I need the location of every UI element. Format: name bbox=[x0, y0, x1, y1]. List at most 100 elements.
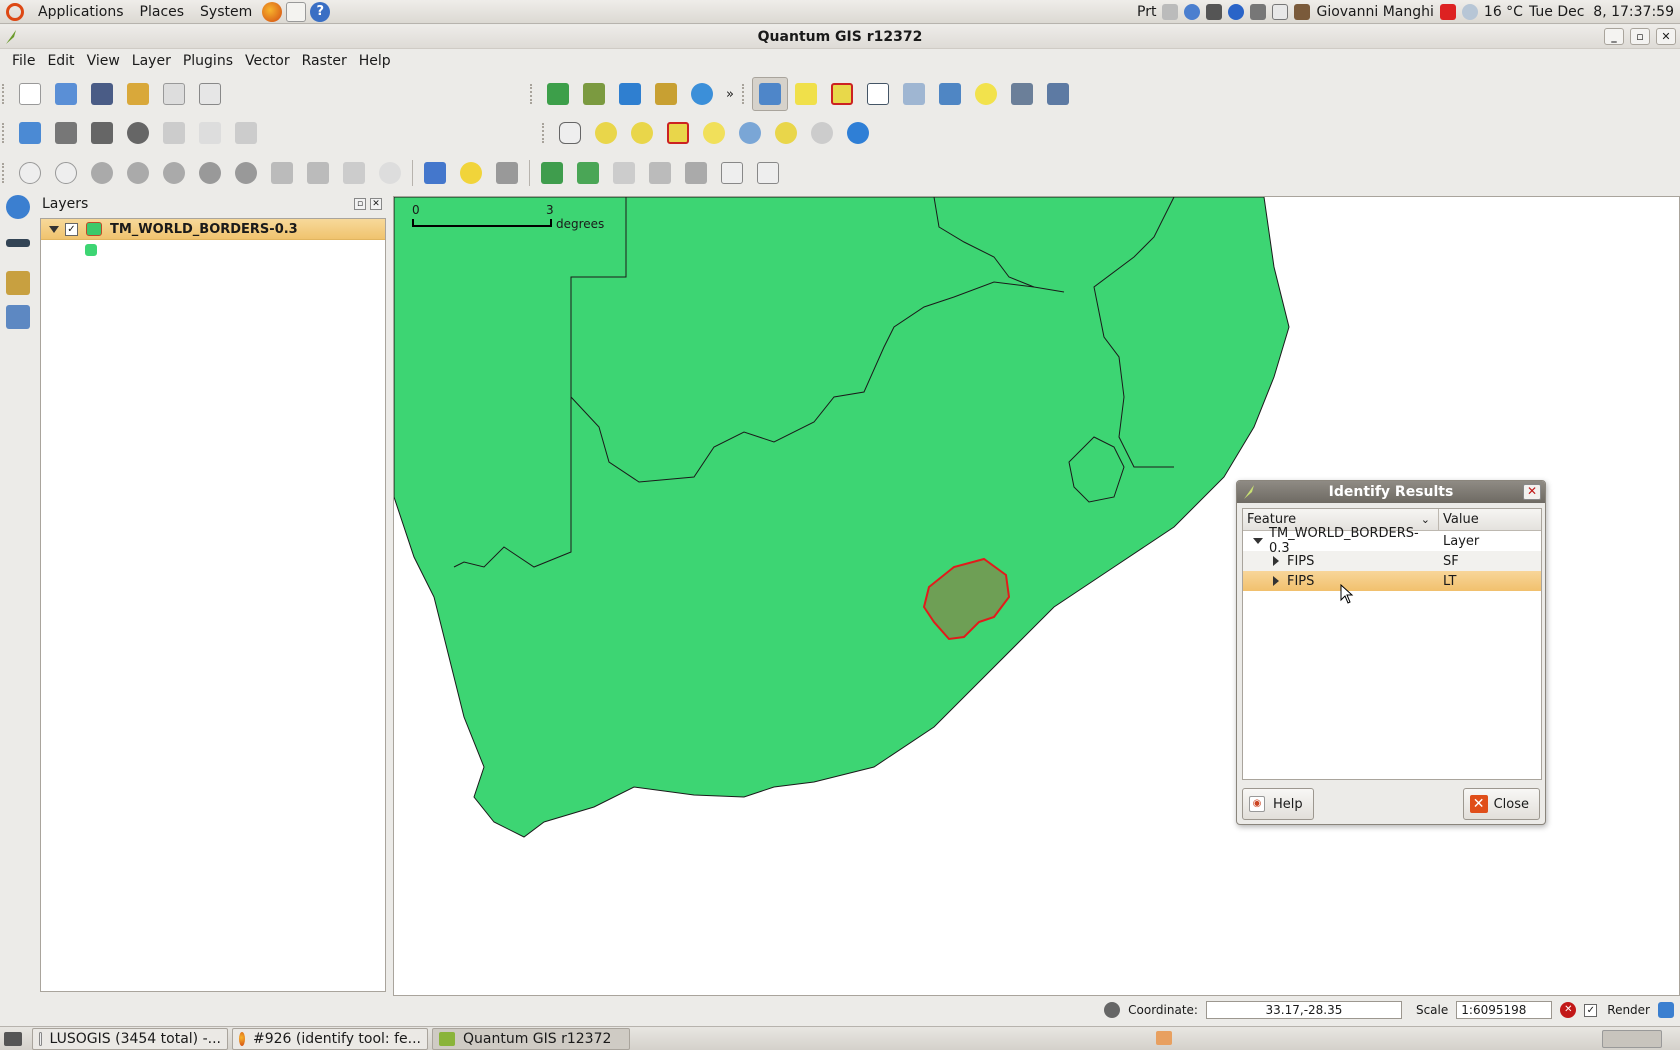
open-project-button[interactable] bbox=[48, 77, 84, 111]
redo-button[interactable] bbox=[48, 156, 84, 190]
toolbar-handle[interactable] bbox=[742, 84, 746, 104]
new-print-composer-button[interactable] bbox=[156, 77, 192, 111]
simplify-feature-button[interactable] bbox=[84, 156, 120, 190]
expand-arrow-icon[interactable] bbox=[1273, 556, 1279, 566]
node-tool-button[interactable] bbox=[84, 116, 120, 150]
new-project-button[interactable] bbox=[12, 77, 48, 111]
scale-field[interactable]: 1:6095198 bbox=[1456, 1001, 1553, 1019]
user-name[interactable]: Giovanni Manghi bbox=[1316, 4, 1433, 20]
maximize-button[interactable]: ▫ bbox=[1630, 28, 1650, 45]
add-spatialite-layer-button[interactable] bbox=[648, 77, 684, 111]
land-polygon[interactable] bbox=[394, 197, 1290, 838]
value-column-header[interactable]: Value bbox=[1439, 512, 1479, 527]
trash-icon[interactable] bbox=[1156, 1031, 1172, 1045]
power-icon[interactable] bbox=[1439, 4, 1456, 20]
taskbar-item-qgis[interactable]: Quantum GIS r12372 bbox=[432, 1027, 630, 1050]
network-icon[interactable] bbox=[1184, 4, 1201, 20]
refresh-button[interactable] bbox=[840, 116, 876, 150]
add-vector-layer-button[interactable] bbox=[540, 77, 576, 111]
panel-splitter[interactable] bbox=[388, 196, 392, 996]
toolbar-handle[interactable] bbox=[2, 163, 6, 183]
clock[interactable]: Tue Dec 8, 17:37:59 bbox=[1529, 4, 1674, 20]
result-row[interactable]: FIPS SF bbox=[1243, 551, 1541, 571]
mail-launcher-icon[interactable] bbox=[286, 1, 307, 22]
zoom-last-button[interactable] bbox=[768, 116, 804, 150]
identify-features-button[interactable] bbox=[752, 77, 788, 111]
toolbar-overflow-button[interactable]: » bbox=[720, 77, 740, 111]
label-layer-button[interactable] bbox=[417, 156, 453, 190]
paste-features-button[interactable] bbox=[228, 116, 264, 150]
plugin-tool-5-button[interactable] bbox=[750, 156, 786, 190]
undo-button[interactable] bbox=[12, 156, 48, 190]
weather-temp[interactable]: 16 °C bbox=[1484, 4, 1523, 20]
taskbar-item-firefox[interactable]: #926 (identify tool: fe... bbox=[232, 1027, 428, 1050]
toolbar-handle[interactable] bbox=[2, 123, 6, 143]
show-bookmarks-button[interactable] bbox=[1040, 77, 1076, 111]
zoom-to-layer-button[interactable] bbox=[732, 116, 768, 150]
feature-column-header[interactable]: Feature ⌄ bbox=[1243, 508, 1439, 531]
stop-render-icon[interactable]: ✕ bbox=[1560, 1002, 1577, 1018]
render-checkbox[interactable]: ✓ bbox=[1584, 1003, 1598, 1017]
toolbar-handle[interactable] bbox=[542, 123, 546, 143]
collapse-arrow-icon[interactable] bbox=[49, 225, 59, 233]
firefox-launcher-icon[interactable] bbox=[262, 1, 283, 22]
zoom-full-button[interactable] bbox=[660, 116, 696, 150]
result-row-selected[interactable]: FIPS LT bbox=[1243, 571, 1541, 591]
mail-status-icon[interactable] bbox=[1272, 4, 1289, 20]
layer-item[interactable]: ✓ TM_WORLD_BORDERS-0.3 bbox=[41, 219, 385, 240]
menu-view[interactable]: View bbox=[81, 53, 126, 69]
plugin-tool-3-button[interactable] bbox=[678, 156, 714, 190]
menu-edit[interactable]: Edit bbox=[41, 53, 80, 69]
ubuntu-logo-icon[interactable] bbox=[6, 2, 24, 21]
split-features-button[interactable] bbox=[300, 156, 336, 190]
new-feature-button[interactable] bbox=[453, 156, 489, 190]
new-bookmark-button[interactable] bbox=[1004, 77, 1040, 111]
bluetooth-icon[interactable] bbox=[1228, 4, 1245, 20]
save-as-button[interactable] bbox=[120, 77, 156, 111]
toolbar-handle[interactable] bbox=[2, 84, 6, 104]
print-button[interactable] bbox=[192, 77, 228, 111]
rotate-symbols-button[interactable] bbox=[372, 156, 408, 190]
pan-map-button[interactable] bbox=[552, 116, 588, 150]
system-menu[interactable]: System bbox=[192, 4, 260, 20]
plugin-tool-1-button[interactable] bbox=[606, 156, 642, 190]
workspace-switcher[interactable] bbox=[1602, 1030, 1662, 1048]
zoom-to-selection-button[interactable] bbox=[696, 116, 732, 150]
scalebar-tool-icon[interactable] bbox=[6, 239, 30, 247]
add-raster-layer-button[interactable] bbox=[576, 77, 612, 111]
reshape-features-button[interactable] bbox=[264, 156, 300, 190]
window-close-button[interactable]: ✕ bbox=[1656, 28, 1676, 45]
display-icon[interactable] bbox=[1206, 4, 1223, 20]
printer-icon[interactable] bbox=[1162, 4, 1179, 20]
help-button[interactable]: ◉ Help bbox=[1242, 788, 1314, 820]
gps-tool-icon[interactable] bbox=[6, 195, 30, 219]
add-ring-button[interactable] bbox=[120, 156, 156, 190]
help-launcher-icon[interactable]: ? bbox=[310, 1, 331, 22]
plugin-tool-2-button[interactable] bbox=[642, 156, 678, 190]
select-features-button[interactable] bbox=[788, 77, 824, 111]
coordinate-field[interactable]: 33.17,-28.35 bbox=[1205, 1001, 1402, 1019]
menu-help[interactable]: Help bbox=[353, 53, 397, 69]
applications-menu[interactable]: Applications bbox=[30, 4, 132, 20]
taskbar-item-mail[interactable]: LUSOGIS (3454 total) -... bbox=[32, 1027, 228, 1050]
toolbar-handle[interactable] bbox=[530, 84, 534, 104]
cut-features-button[interactable] bbox=[156, 116, 192, 150]
delete-selected-button[interactable] bbox=[120, 116, 156, 150]
print-label[interactable]: Prt bbox=[1137, 4, 1156, 20]
image-tool-icon[interactable] bbox=[6, 271, 30, 295]
sort-chevron-icon[interactable]: ⌄ bbox=[1421, 509, 1430, 531]
measure-line-button[interactable] bbox=[896, 77, 932, 111]
close-panel-button[interactable]: ✕ bbox=[370, 198, 382, 210]
menu-plugins[interactable]: Plugins bbox=[177, 53, 239, 69]
zoom-next-button[interactable] bbox=[804, 116, 840, 150]
map-tips-button[interactable] bbox=[968, 77, 1004, 111]
volume-icon[interactable] bbox=[1250, 4, 1267, 20]
close-button[interactable]: ✕ Close bbox=[1462, 788, 1540, 820]
add-postgis-layer-button[interactable] bbox=[612, 77, 648, 111]
minimize-button[interactable]: _ bbox=[1604, 28, 1624, 45]
add-wms-layer-button[interactable] bbox=[684, 77, 720, 111]
add-annotation-button[interactable] bbox=[534, 156, 570, 190]
expand-arrow-icon[interactable] bbox=[1273, 576, 1279, 586]
add-point-button[interactable] bbox=[570, 156, 606, 190]
coordinate-toggle-icon[interactable] bbox=[1104, 1002, 1121, 1018]
